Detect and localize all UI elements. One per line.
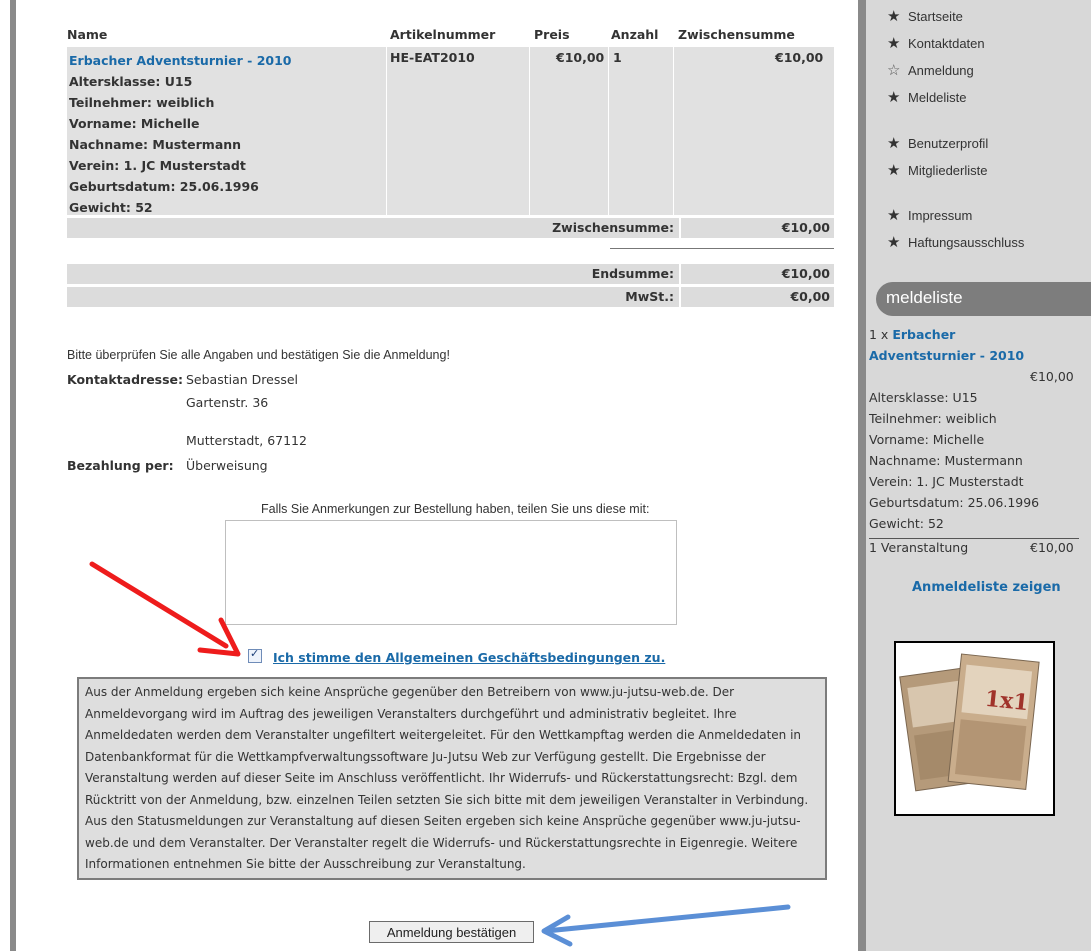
cart-item-detail: Nachname: Mustermann bbox=[69, 137, 242, 152]
meldeliste-detail: Verein: 1. JC Musterstadt bbox=[869, 474, 1024, 489]
divider bbox=[610, 248, 834, 249]
star-outline-icon: ☆ bbox=[887, 62, 901, 79]
total-row: Endsumme: €10,00 bbox=[67, 264, 834, 284]
star-icon: ★ bbox=[887, 207, 901, 224]
left-page-border bbox=[0, 0, 20, 951]
agb-link[interactable]: Ich stimme den Allgemeinen Geschäftsbedi… bbox=[273, 650, 665, 665]
total-label: Endsumme: bbox=[591, 266, 674, 281]
meldeliste-item: 1 x Erbacher bbox=[869, 327, 956, 342]
star-icon: ★ bbox=[887, 234, 901, 251]
blue-arrow-annotation bbox=[541, 904, 791, 947]
contact-label: Kontaktadresse: bbox=[67, 372, 184, 387]
cart-item-sku: HE-EAT2010 bbox=[390, 50, 475, 65]
star-icon: ★ bbox=[887, 162, 901, 179]
remark-textarea[interactable] bbox=[225, 520, 677, 625]
contact-street: Gartenstr. 36 bbox=[186, 395, 269, 410]
check-icon: ✓ bbox=[250, 647, 260, 660]
terms-text-box: Aus der Anmeldung ergeben sich keine Ans… bbox=[77, 677, 827, 880]
contact-city: Mutterstadt, 67112 bbox=[186, 433, 307, 448]
meldeliste-detail: Teilnehmer: weiblich bbox=[869, 411, 997, 426]
subtotal-label: Zwischensumme: bbox=[552, 220, 674, 235]
show-registration-list-link[interactable]: Anmeldeliste zeigen bbox=[912, 580, 1061, 595]
cart-item-detail: Teilnehmer: weiblich bbox=[69, 95, 215, 110]
cart-item-qty: 1 bbox=[613, 50, 622, 65]
payment-label: Bezahlung per: bbox=[67, 458, 174, 473]
cart-item-price: €10,00 bbox=[556, 50, 605, 65]
promo-book-image[interactable]: 1x1 bbox=[894, 641, 1055, 816]
cart-item-detail: Gewicht: 52 bbox=[69, 200, 153, 215]
confirm-instruction: Bitte überprüfen Sie alle Angaben und be… bbox=[67, 348, 450, 362]
meldeliste-detail: Geburtsdatum: 25.06.1996 bbox=[869, 495, 1040, 510]
col-header-price: Preis bbox=[534, 27, 570, 42]
star-icon: ★ bbox=[887, 89, 901, 106]
cart-item-title[interactable]: Erbacher Adventsturnier - 2010 bbox=[69, 50, 292, 71]
vat-label: MwSt.: bbox=[625, 289, 674, 304]
subtotal-value: €10,00 bbox=[781, 220, 830, 235]
meldeliste-detail: Nachname: Mustermann bbox=[869, 453, 1023, 468]
meldeliste-detail: Vorname: Michelle bbox=[869, 432, 985, 447]
confirm-registration-button[interactable]: Anmeldung bestätigen bbox=[369, 921, 534, 943]
subtotal-row: Zwischensumme: €10,00 bbox=[67, 218, 834, 238]
meldeliste-detail: Altersklasse: U15 bbox=[869, 390, 978, 405]
meldeliste-detail: Gewicht: 52 bbox=[869, 516, 944, 531]
red-arrow-annotation bbox=[89, 561, 241, 657]
col-header-qty: Anzahl bbox=[611, 27, 659, 42]
vat-value: €0,00 bbox=[790, 289, 830, 304]
meldeliste-item-link-2[interactable]: Adventsturnier - 2010 bbox=[869, 348, 1024, 363]
meldeliste-summary-label: 1 Veranstaltung bbox=[869, 540, 969, 555]
col-header-subtotal: Zwischensumme bbox=[678, 27, 795, 42]
star-icon: ★ bbox=[887, 35, 901, 52]
meldeliste-item-price: €10,00 bbox=[1030, 369, 1074, 384]
agb-checkbox[interactable]: ✓ bbox=[248, 647, 262, 663]
star-icon: ★ bbox=[887, 8, 901, 25]
svg-text:1x1: 1x1 bbox=[984, 686, 1030, 716]
cart-item-detail: Verein: 1. JC Musterstadt bbox=[69, 158, 246, 173]
payment-value: Überweisung bbox=[186, 458, 268, 473]
cart-item-details: Erbacher Adventsturnier - 2010 Alterskla… bbox=[69, 50, 292, 218]
meldeliste-divider bbox=[869, 538, 1079, 539]
remark-label: Falls Sie Anmerkungen zur Bestellung hab… bbox=[261, 502, 650, 516]
cart-item-detail: Geburtsdatum: 25.06.1996 bbox=[69, 179, 259, 194]
meldeliste-summary-value: €10,00 bbox=[1030, 540, 1074, 555]
star-icon: ★ bbox=[887, 135, 901, 152]
contact-name: Sebastian Dressel bbox=[186, 372, 299, 387]
cart-item-detail: Altersklasse: U15 bbox=[69, 74, 193, 89]
col-header-sku: Artikelnummer bbox=[390, 27, 496, 42]
vat-row: MwSt.: €0,00 bbox=[67, 287, 834, 307]
meldeliste-box-title: meldeliste bbox=[876, 282, 1091, 316]
total-value: €10,00 bbox=[781, 266, 830, 281]
col-header-name: Name bbox=[67, 27, 108, 42]
cart-item-subtotal: €10,00 bbox=[775, 50, 824, 65]
meldeliste-item-link[interactable]: Erbacher bbox=[892, 327, 955, 342]
cart-item-detail: Vorname: Michelle bbox=[69, 116, 200, 131]
